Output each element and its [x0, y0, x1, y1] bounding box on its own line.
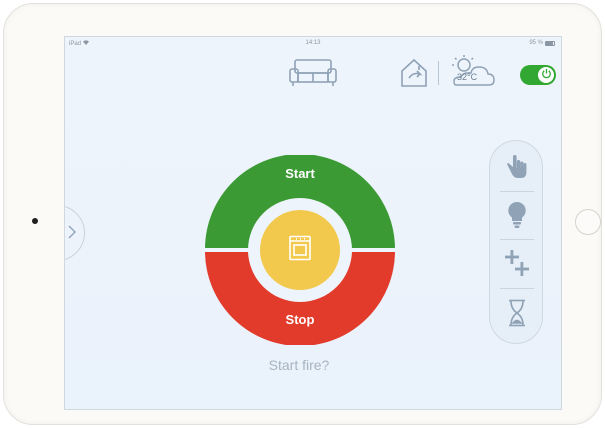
power-toggle[interactable]	[520, 65, 556, 85]
prompt-text: Start fire?	[268, 357, 330, 373]
fireplace-button[interactable]	[260, 210, 340, 290]
status-time: 14:13	[305, 40, 321, 46]
plus-plus-icon[interactable]	[498, 243, 536, 283]
status-battery: 95 %	[529, 40, 555, 46]
power-knob	[538, 67, 554, 83]
stop-button-label[interactable]: Stop	[205, 312, 395, 327]
ipad-frame: iPad 14:13 95 % 32°C Start Stop Start fi…	[3, 3, 602, 425]
battery-icon	[545, 40, 555, 46]
fireplace-icon	[288, 235, 312, 266]
start-button-label[interactable]: Start	[205, 166, 395, 181]
start-fire-prompt: Start fire?	[65, 357, 561, 373]
side-drawer-tab[interactable]	[65, 205, 85, 261]
status-bar: iPad 14:13 95 %	[65, 37, 561, 49]
front-camera	[32, 218, 38, 224]
panel-divider	[500, 191, 534, 192]
temperature-label: 32°C	[457, 72, 478, 82]
panel-divider	[500, 239, 534, 240]
fire-control-dial: Start Stop	[205, 155, 395, 345]
lightbulb-icon[interactable]	[498, 195, 536, 235]
right-tool-panel	[489, 140, 543, 344]
home-arrow-icon[interactable]	[399, 57, 429, 89]
sofa-icon[interactable]	[288, 55, 338, 89]
app-screen: iPad 14:13 95 % 32°C Start Stop Start fi…	[64, 36, 562, 410]
chevron-right-icon	[68, 225, 76, 244]
weather-sun-cloud-icon[interactable]	[447, 54, 495, 88]
header-divider	[438, 61, 439, 85]
panel-divider	[500, 288, 534, 289]
hourglass-icon[interactable]	[498, 293, 536, 333]
home-button[interactable]	[575, 209, 601, 235]
battery-percent: 95 %	[529, 40, 543, 46]
power-icon	[541, 66, 552, 84]
hand-pointer-icon[interactable]	[498, 147, 536, 187]
